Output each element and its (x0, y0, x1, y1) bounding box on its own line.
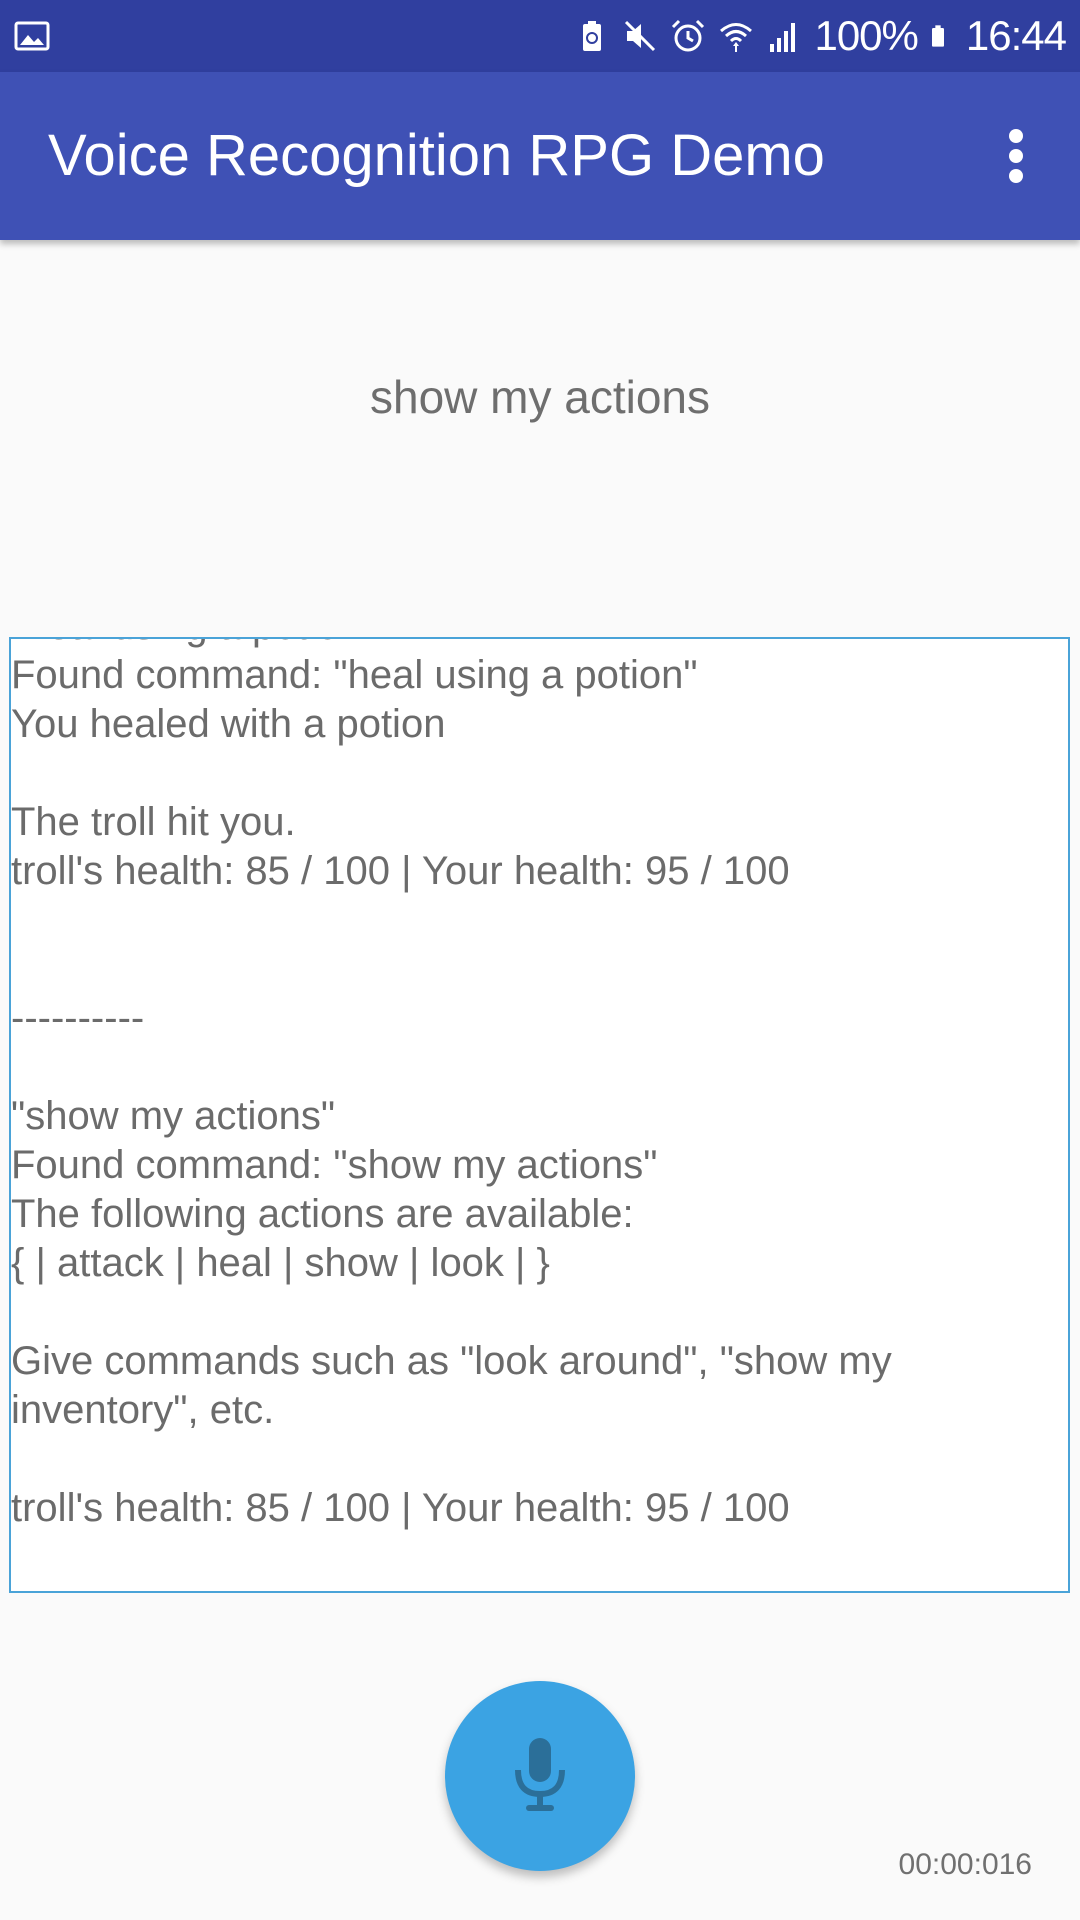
status-icons: 100% 16:44 (574, 0, 1067, 72)
log-line: { | attack | heal | show | look | } (11, 1241, 550, 1285)
log-line: Found command: "show my actions" (11, 1143, 658, 1187)
log-line: Give commands such as "look around", "sh… (11, 1339, 903, 1432)
game-log[interactable]: "heal using a potion" Found command: "hea… (9, 637, 1070, 1593)
log-line: "show my actions" (11, 1094, 336, 1138)
log-line: ---------- (11, 996, 145, 1040)
log-line: The troll hit you. (11, 800, 296, 844)
signal-icon (770, 23, 796, 52)
game-log-content: "heal using a potion" Found command: "hea… (11, 639, 1066, 1533)
wifi-icon (720, 23, 753, 52)
log-line: Found command: "heal using a potion" (11, 653, 698, 697)
more-vert-icon (1009, 129, 1023, 183)
log-line: "heal using a potion" (11, 639, 1066, 651)
microphone-button[interactable] (445, 1681, 635, 1871)
mute-icon (625, 20, 656, 52)
app-bar: Voice Recognition RPG Demo (0, 72, 1080, 240)
recognized-text: show my actions (369, 371, 710, 423)
image-icon (14, 18, 50, 54)
battery-icon (931, 25, 944, 47)
log-line: You healed with a potion (11, 702, 446, 746)
log-line: troll's health: 85 / 100 | Your health: … (11, 849, 790, 893)
battery-percent: 100% (814, 12, 918, 59)
app-title: Voice Recognition RPG Demo (48, 123, 825, 188)
elapsed-timer: 00:00:016 (898, 1848, 1032, 1881)
status-bar: 100% 16:44 (0, 0, 1080, 72)
microphone-icon (515, 1738, 565, 1811)
battery-saver-icon (583, 21, 602, 51)
log-line: troll's health: 85 / 100 | Your health: … (11, 1486, 790, 1530)
overflow-menu-button[interactable] (976, 116, 1056, 196)
alarm-icon (672, 19, 705, 52)
screen: 100% 16:44 Voice Recognition RPG Demo sh… (0, 0, 1080, 1920)
status-time: 16:44 (965, 12, 1067, 59)
log-line: The following actions are available: (11, 1192, 634, 1236)
